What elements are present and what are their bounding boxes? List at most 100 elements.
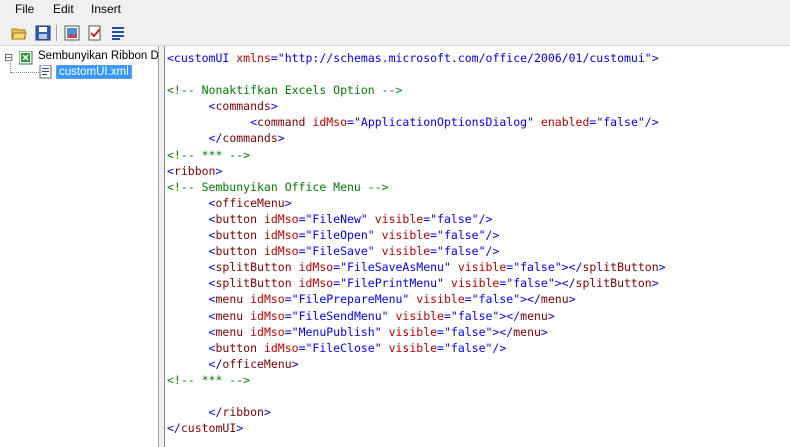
menu-edit[interactable]: Edit [51, 2, 76, 16]
insert-icons-button[interactable] [63, 24, 81, 42]
code-line: <commands> [167, 98, 666, 114]
code-token: < [167, 99, 216, 114]
code-token: visible [388, 340, 438, 355]
code-token: > [651, 276, 659, 291]
xml-editor[interactable]: <customUI xmlns="http://schemas.microsof… [164, 46, 790, 447]
code-token: idMso [250, 308, 285, 323]
code-token: < [167, 115, 258, 130]
excel-document-icon [19, 51, 33, 65]
code-token: idMso [250, 324, 285, 339]
open-folder-icon [11, 28, 27, 40]
code-token: command [257, 115, 313, 130]
save-icon [35, 25, 51, 41]
code-token: ="FileSendMenu" [284, 308, 396, 323]
code-line: <officeMenu> [167, 195, 666, 211]
code-token: idMso [263, 340, 299, 355]
code-token: "> [644, 51, 659, 65]
save-button[interactable] [34, 24, 52, 42]
code-token: idMso [298, 276, 334, 291]
code-line: <command idMso="ApplicationOptionsDialog… [167, 114, 666, 130]
code-token: false [603, 115, 638, 130]
code-line: <splitButton idMso="FilePrintMenu" visib… [167, 275, 666, 291]
validate-icon [88, 25, 101, 41]
code-line: <menu idMso="FilePrepareMenu" visible="f… [167, 291, 666, 307]
validate-button[interactable] [86, 24, 104, 42]
tree-item-customui[interactable]: customUI.xml [56, 65, 132, 79]
code-token: > [215, 163, 223, 178]
code-token: button [215, 211, 264, 226]
code-token: menu [520, 308, 548, 323]
code-token: </ [167, 405, 223, 420]
code-token: > [277, 131, 285, 146]
code-token: </ [167, 356, 223, 371]
code-token: < [167, 276, 216, 291]
code-token: customUI [180, 421, 237, 436]
code-token: <!-- Sembunyikan Office Menu --> [167, 179, 389, 194]
code-token: ="FileSave" [298, 244, 382, 259]
menu-file[interactable]: File [13, 2, 36, 16]
code-token: <customUI [167, 51, 237, 65]
code-token: visible [416, 292, 465, 307]
code-token: splitButton [215, 276, 299, 291]
code-token: ="false"></ [437, 324, 514, 339]
tree-connector [11, 72, 39, 74]
code-token: visible [374, 211, 424, 226]
code-token: visible [381, 244, 431, 259]
code-token: commands [215, 99, 271, 114]
menu-insert[interactable]: Insert [89, 2, 123, 16]
code-token: =" [270, 51, 285, 65]
code-content: <customUI xmlns="http://schemas.microsof… [167, 50, 666, 436]
code-token: xmlns [236, 51, 271, 65]
code-token: idMso [263, 211, 299, 226]
code-token: ribbon [173, 163, 216, 178]
generate-callbacks-button[interactable] [109, 24, 127, 42]
code-line: <menu idMso="MenuPublish" visible="false… [167, 324, 666, 340]
code-token: splitButton [575, 276, 652, 291]
code-token: ribbon [222, 405, 264, 420]
code-token: > [263, 405, 271, 420]
code-token: ="FilePrintMenu" [333, 276, 451, 291]
code-token: < [167, 211, 216, 226]
code-token: <!-- *** --> [167, 372, 251, 387]
code-token: idMso [250, 292, 285, 307]
tree-root-label[interactable]: Sembunyikan Ribbon Dan [38, 50, 158, 62]
code-token: </ [167, 421, 181, 436]
document-tree: ⊟ Sembunyikan Ribbon Dan customUI.xml [0, 46, 159, 447]
code-token: button [215, 340, 264, 355]
code-line: <button idMso="FileNew" visible="false"/… [167, 211, 666, 227]
code-token: visible [450, 276, 500, 291]
xml-file-icon [39, 65, 52, 79]
code-token: > [547, 308, 555, 323]
code-token: button [215, 228, 264, 243]
code-token: < [167, 292, 216, 307]
toolbar-separator [56, 25, 58, 41]
code-token: =" [589, 115, 604, 130]
code-token: ="FileClose" [298, 340, 389, 355]
code-token: enabled [540, 115, 590, 130]
code-line: </ribbon> [167, 404, 666, 420]
code-token: idMso [312, 115, 348, 130]
code-token: <!-- Nonaktifkan Excels Option --> [167, 83, 403, 98]
code-line: <ribbon> [167, 163, 666, 179]
code-token: visible [381, 228, 431, 243]
code-token: ="false"/> [430, 244, 500, 259]
open-button[interactable] [10, 24, 28, 42]
code-token: ="false"/> [430, 228, 500, 243]
code-token: button [215, 244, 264, 259]
code-token: > [270, 99, 278, 114]
code-token: > [658, 260, 666, 275]
code-token: > [540, 324, 548, 339]
code-token: idMso [263, 228, 299, 243]
code-token: ="false"></ [464, 292, 541, 307]
code-token: < [167, 260, 216, 275]
code-token: ="FilePrepareMenu" [284, 292, 417, 307]
code-token: menu [215, 324, 251, 339]
code-token: menu [513, 324, 541, 339]
code-line: </commands> [167, 130, 666, 146]
code-token: idMso [298, 260, 334, 275]
code-line: <!-- *** --> [167, 372, 666, 388]
code-token: ="FileNew" [298, 211, 375, 226]
code-token: menu [215, 308, 251, 323]
